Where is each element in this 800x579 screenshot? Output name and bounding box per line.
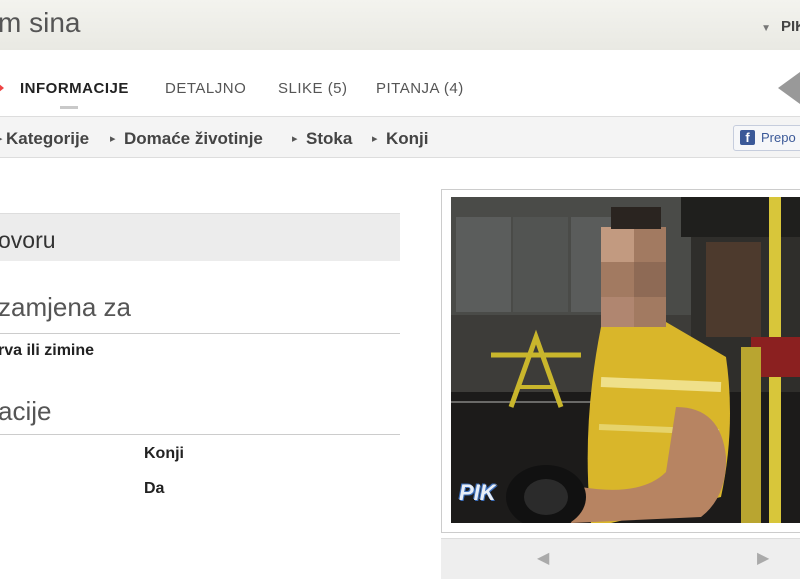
facebook-recommend-button[interactable]: f Prepo: [733, 125, 800, 151]
photo-illustration: [451, 197, 800, 523]
chevron-down-icon: ▼: [761, 23, 771, 34]
breadcrumb-separator-icon: ▸: [0, 132, 3, 145]
thumbnail-strip: ◀ ▶: [441, 538, 800, 579]
user-name: PIK: [780, 18, 800, 35]
top-header: m sina ▼ PIK: [0, 0, 800, 51]
main-photo[interactable]: PIK: [451, 197, 800, 523]
facebook-button-label: Prepo: [761, 130, 796, 145]
photo-frame: PIK: [441, 189, 800, 533]
breadcrumb: ▸ Kategorije ▸ Domaće životinje ▸ Stoka …: [0, 116, 800, 158]
breadcrumb-separator-icon: ▸: [372, 133, 378, 145]
section-header: ovoru: [0, 213, 400, 261]
divider: [0, 434, 400, 435]
breadcrumb-separator-icon: ▸: [292, 133, 298, 145]
breadcrumb-item[interactable]: Domaće životinje: [124, 129, 263, 149]
facebook-icon: f: [740, 130, 755, 145]
breadcrumb-item[interactable]: Stoka: [306, 129, 352, 149]
previous-arrow-icon[interactable]: [778, 72, 800, 104]
info-value: Da: [144, 480, 165, 497]
active-tab-arrow-icon: [0, 80, 4, 96]
active-tab-indicator: [60, 106, 78, 109]
section-title: ovoru: [0, 227, 56, 253]
photo-watermark: PIK: [459, 480, 496, 505]
breadcrumb-separator-icon: ▸: [110, 133, 116, 145]
info-value: Konji: [144, 445, 184, 462]
chevron-left-icon[interactable]: ◀: [537, 548, 549, 568]
tab-detaljno[interactable]: DETALJNO: [165, 80, 246, 97]
page-title: m sina: [0, 7, 81, 38]
subsection-title: zamjena za: [0, 292, 131, 322]
subsection-value: rva ili zimine: [0, 342, 95, 359]
user-menu[interactable]: ▼ PIK: [761, 18, 800, 35]
tab-slike[interactable]: SLIKE (5): [278, 80, 348, 97]
tab-bar: INFORMACIJE DETALJNO SLIKE (5) PITANJA (…: [0, 50, 800, 116]
breadcrumb-item[interactable]: Kategorije: [6, 129, 89, 149]
divider: [0, 333, 400, 334]
tab-pitanja[interactable]: PITANJA (4): [376, 80, 464, 97]
subsection-title: acije: [0, 396, 52, 426]
tab-informacije[interactable]: INFORMACIJE: [20, 80, 129, 97]
breadcrumb-item[interactable]: Konji: [386, 129, 429, 149]
chevron-right-icon[interactable]: ▶: [757, 548, 769, 568]
